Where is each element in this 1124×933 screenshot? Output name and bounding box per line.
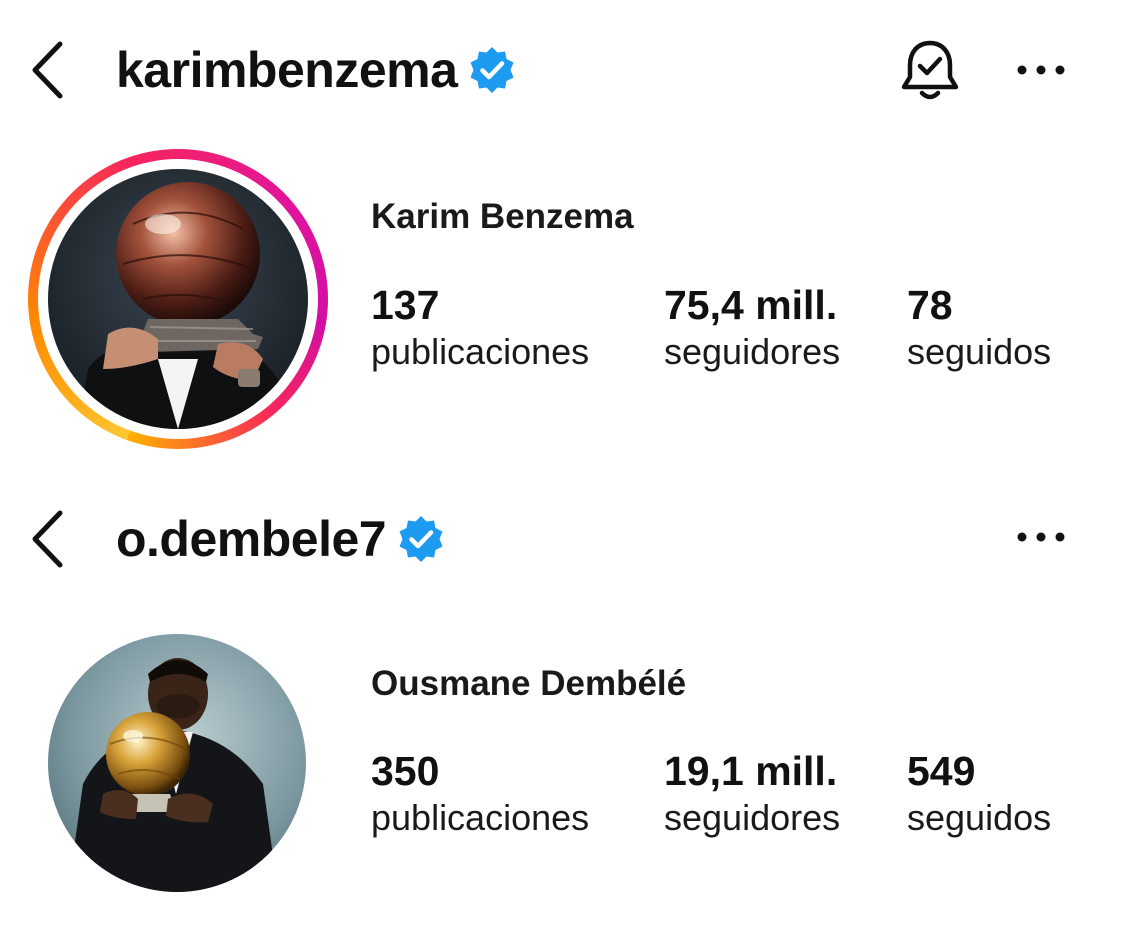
- username-row: o.dembele7: [116, 504, 446, 574]
- stat-posts-value: 350: [371, 748, 440, 794]
- username: karimbenzema: [116, 42, 458, 98]
- stat-posts-label: publicaciones: [371, 331, 590, 372]
- more-options-button[interactable]: [1008, 512, 1074, 562]
- bell-check-icon: [901, 40, 959, 100]
- verified-badge-icon: [396, 514, 446, 564]
- stat-following[interactable]: 549 seguidos: [907, 748, 1051, 842]
- chevron-left-icon: [32, 41, 63, 99]
- profile-header-dembele: o.dembele7 Ousmane Dembélé 350 publicaci…: [0, 466, 1124, 933]
- stat-followers-label: seguidores: [664, 331, 841, 372]
- avatar-image: [48, 634, 306, 892]
- stat-followers[interactable]: 75,4 mill. seguidores: [664, 282, 840, 376]
- stat-following-label: seguidos: [907, 331, 1052, 372]
- stat-followers-value: 75,4 mill.: [664, 282, 838, 328]
- profile-header-benzema: karimbenzema Karim Benzema 137 publicaci…: [0, 0, 1124, 466]
- stat-following-value: 78: [907, 282, 953, 328]
- notifications-bell-button[interactable]: [892, 33, 968, 109]
- back-button[interactable]: [22, 35, 72, 105]
- stat-following-value: 549: [907, 748, 976, 794]
- username-row: karimbenzema: [116, 35, 517, 105]
- more-horizontal-icon: [1017, 532, 1065, 542]
- stat-posts-value: 137: [371, 282, 440, 328]
- display-name: Karim Benzema: [371, 197, 634, 236]
- stat-followers[interactable]: 19,1 mill. seguidores: [664, 748, 840, 842]
- stat-following[interactable]: 78 seguidos: [907, 282, 1051, 376]
- avatar[interactable]: [48, 634, 306, 892]
- back-button[interactable]: [22, 504, 72, 574]
- stat-followers-value: 19,1 mill.: [664, 748, 838, 794]
- stat-posts[interactable]: 350 publicaciones: [371, 748, 589, 842]
- avatar[interactable]: [48, 169, 308, 429]
- verified-badge-icon: [467, 45, 517, 95]
- more-horizontal-icon: [1017, 65, 1065, 75]
- chevron-left-icon: [32, 510, 63, 568]
- more-options-button[interactable]: [1008, 45, 1074, 95]
- stat-posts-label: publicaciones: [371, 797, 590, 838]
- avatar-image: [48, 169, 308, 429]
- stat-posts[interactable]: 137 publicaciones: [371, 282, 589, 376]
- stat-followers-label: seguidores: [664, 797, 841, 838]
- display-name: Ousmane Dembélé: [371, 664, 687, 703]
- username: o.dembele7: [116, 511, 387, 567]
- stat-following-label: seguidos: [907, 797, 1052, 838]
